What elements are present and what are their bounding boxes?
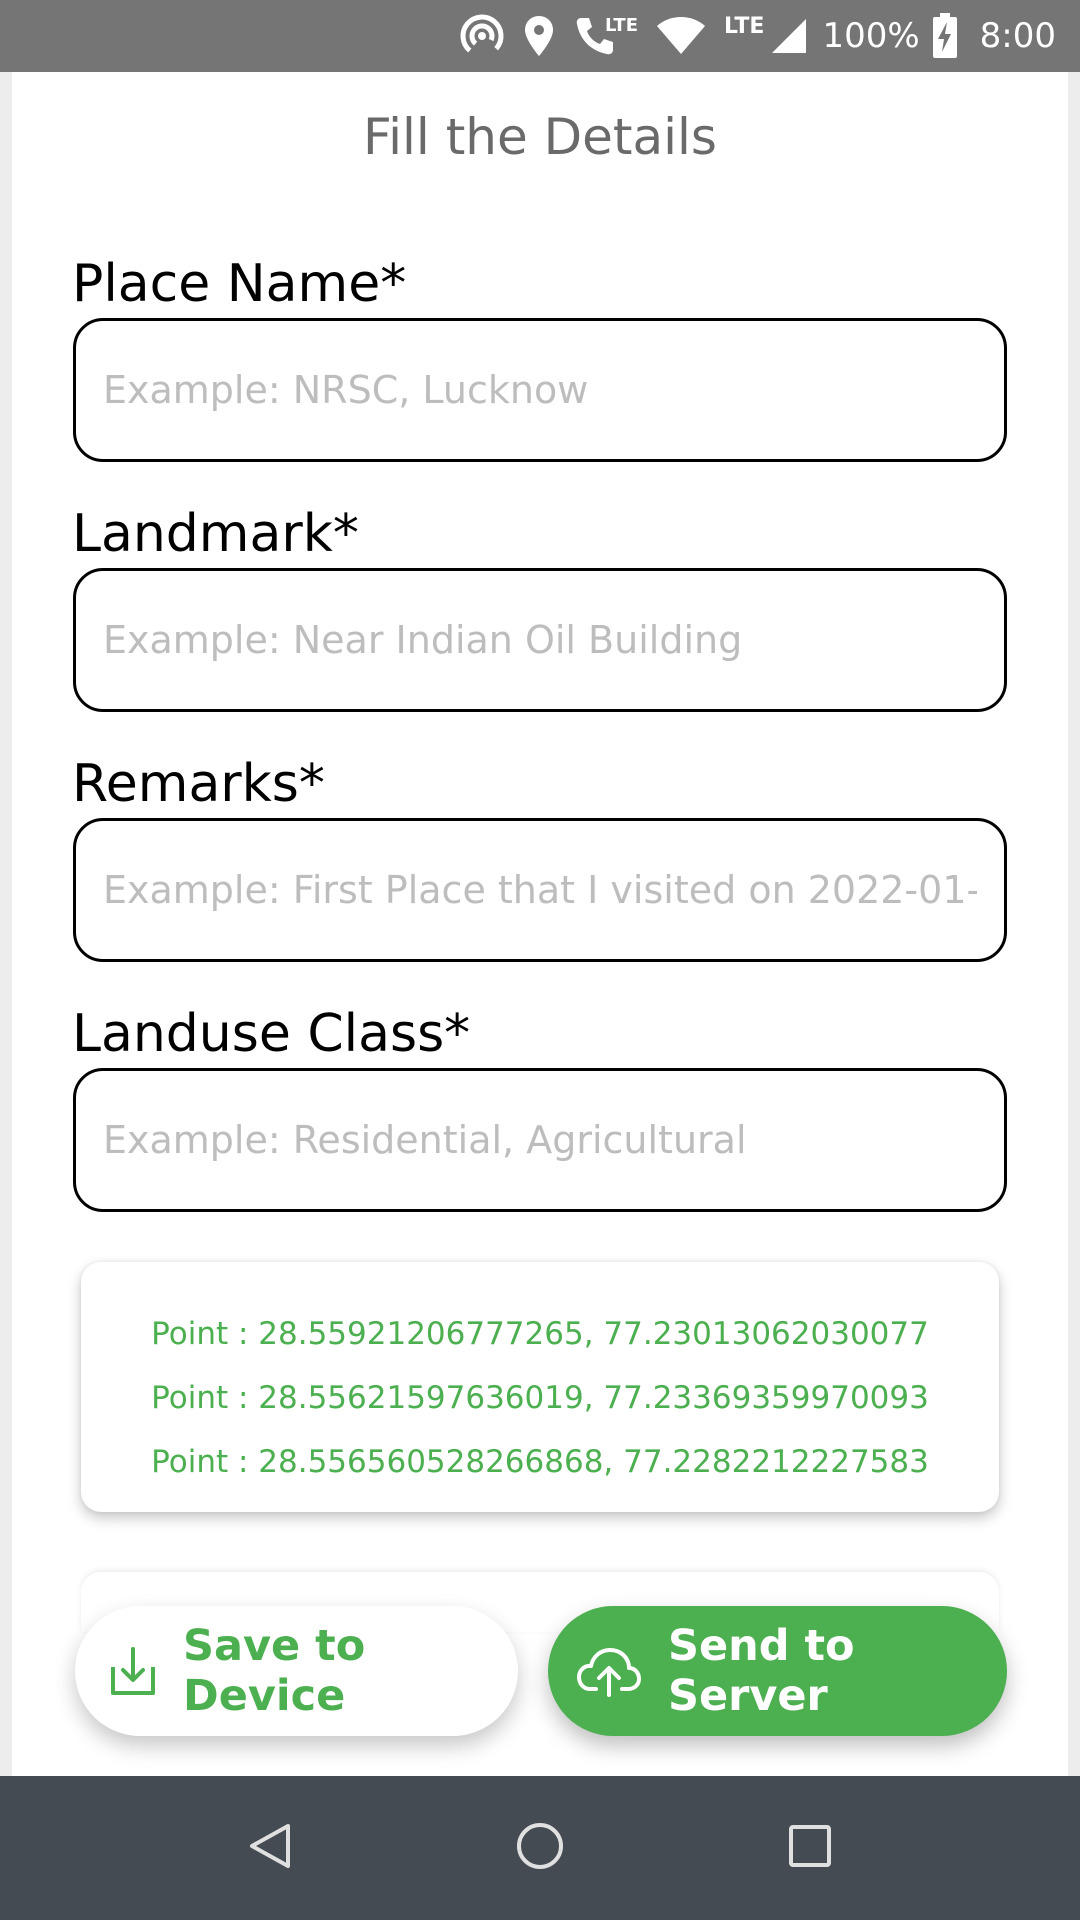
- recents-button[interactable]: [750, 1776, 870, 1920]
- download-icon: [109, 1645, 157, 1697]
- hotspot-icon: [459, 0, 505, 72]
- cloud-upload-icon: [576, 1645, 642, 1697]
- cell-signal-icon: LTE: [724, 0, 808, 72]
- back-icon: [248, 1822, 292, 1875]
- point-item: Point : 28.556560528266868, 77.228221222…: [151, 1444, 929, 1480]
- recents-icon: [788, 1824, 832, 1873]
- content-frame-right: [1068, 72, 1080, 1776]
- back-button[interactable]: [210, 1776, 330, 1920]
- battery-percent: 100%: [822, 16, 920, 56]
- remarks-input[interactable]: [73, 818, 1007, 962]
- location-icon: [523, 0, 555, 72]
- page-title: Fill the Details: [363, 108, 717, 166]
- navigation-bar: [0, 1776, 1080, 1920]
- save-to-device-button[interactable]: Save to Device: [75, 1606, 518, 1736]
- point-item: Point : 28.55621597636019, 77.2336935997…: [151, 1380, 929, 1416]
- lte-badge-small: LTE: [604, 14, 639, 36]
- landmark-input[interactable]: [73, 568, 1007, 712]
- battery-charging-icon: [932, 0, 958, 72]
- volte-call-icon: LTE: [573, 0, 638, 72]
- point-item: Point : 28.55921206777265, 77.2301306203…: [151, 1316, 929, 1352]
- send-to-server-label: Send to Server: [668, 1621, 855, 1721]
- home-icon: [515, 1821, 565, 1876]
- landmark-label: Landmark*: [72, 504, 359, 564]
- clock-time: 8:00: [979, 16, 1056, 56]
- lte-label: LTE: [724, 13, 765, 39]
- points-card: Point : 28.55921206777265, 77.2301306203…: [81, 1262, 999, 1512]
- landuse-class-input[interactable]: [73, 1068, 1007, 1212]
- remarks-label: Remarks*: [72, 754, 325, 814]
- wifi-icon: [656, 0, 706, 72]
- landuse-class-label: Landuse Class*: [72, 1004, 471, 1064]
- place-name-input[interactable]: [73, 318, 1007, 462]
- content-frame-left: [0, 72, 12, 1776]
- home-button[interactable]: [480, 1776, 600, 1920]
- place-name-label: Place Name*: [72, 254, 407, 314]
- save-to-device-label: Save to Device: [183, 1621, 366, 1721]
- send-to-server-button[interactable]: Send to Server: [548, 1606, 1007, 1736]
- status-bar: LTE LTE 100% 8:00: [0, 0, 1080, 72]
